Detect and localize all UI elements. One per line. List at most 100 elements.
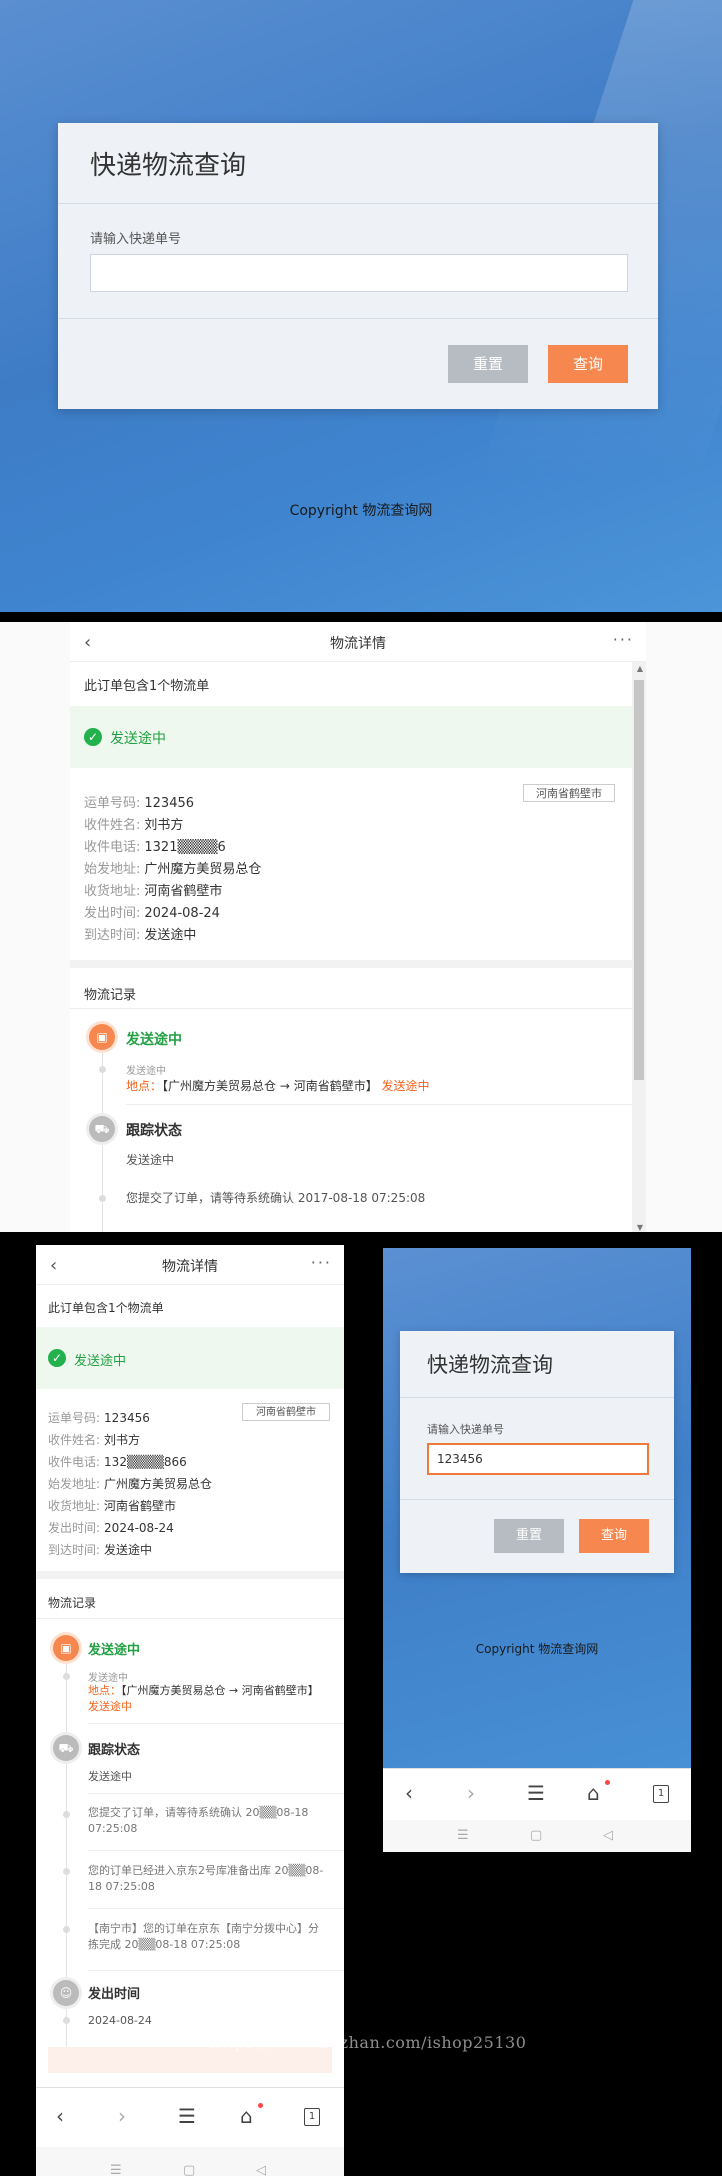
copyright-text: Copyright 物流查询网 — [289, 503, 433, 519]
divider — [88, 1970, 344, 1971]
timeline-address: 地点：【广州魔方美贸易总仓 → 河南省鹤壁市】 发送途中 — [88, 1684, 319, 1713]
track-title: 跟踪状态 — [88, 1743, 141, 1758]
page-title: 快递物流查询 — [90, 151, 247, 181]
notification-dot — [258, 2103, 263, 2108]
region-tag: 河南省鹤壁市 — [242, 1403, 330, 1421]
section-gap — [36, 1571, 344, 1579]
info-row-origin: 始发地址: 广州魔方美贸易总仓 — [48, 1477, 213, 1491]
query-button[interactable]: 查询 — [579, 1519, 649, 1553]
recent-apps-icon[interactable]: ☰ — [457, 1828, 469, 1843]
divider — [88, 1793, 344, 1794]
timeline-dot — [63, 1811, 70, 1818]
tabs-icon[interactable]: 1 — [304, 2108, 320, 2126]
scroll-up-icon[interactable]: ▲ — [637, 664, 643, 673]
back-arrow-icon[interactable]: ‹ — [405, 1781, 413, 1805]
home-square-icon[interactable]: ▢ — [530, 1828, 542, 1843]
reset-button[interactable]: 重置 — [494, 1519, 564, 1553]
timeline-dot — [63, 1868, 70, 1875]
timeline-sub: 发送途中 — [88, 1673, 128, 1684]
divider — [58, 318, 658, 319]
track-title: 跟踪状态 — [126, 1123, 182, 1139]
home-icon[interactable]: ⌂ — [240, 2104, 253, 2128]
timeline-dot — [99, 1066, 106, 1073]
tracking-number-label: 请输入快递单号 — [90, 232, 182, 247]
info-row-ship-time: 发出时间: 2024-08-24 — [48, 1521, 174, 1535]
info-row-ship-time: 发出时间: 2024-08-24 — [84, 906, 220, 921]
status-text: 发送途中 — [110, 731, 166, 747]
timeline-dot — [63, 1926, 70, 1933]
tabs-icon[interactable]: 1 — [653, 1785, 669, 1803]
back-triangle-icon[interactable]: ◁ — [256, 2163, 266, 2176]
tracking-number-input[interactable] — [90, 254, 628, 292]
back-arrow-icon[interactable]: ‹ — [56, 2104, 64, 2128]
home-square-icon[interactable]: ▢ — [183, 2163, 195, 2176]
forward-arrow-icon[interactable]: › — [118, 2104, 126, 2128]
tracking-number-input[interactable] — [427, 1443, 649, 1475]
watermark-text: https://www.huzhan.com/ishop25130 — [210, 2033, 527, 2052]
home-icon[interactable]: ⌂ — [587, 1781, 600, 1805]
divider — [70, 1008, 632, 1009]
browser-toolbar: ‹ › ☰ ⌂ 1 — [383, 1768, 691, 1820]
menu-icon[interactable]: ☰ — [527, 1781, 545, 1805]
info-row-phone: 收件电话: 132▒▒▒▒866 — [48, 1455, 187, 1469]
mobile-query-screen: 快递物流查询 请输入快递单号 重置 查询 Copyright 物流查询网 ‹ ›… — [383, 1248, 691, 1852]
package-count-text: 此订单包含1个物流单 — [84, 679, 210, 694]
divider — [88, 1908, 344, 1909]
person-icon: ☺ — [53, 1980, 79, 2006]
ship-time-title: 发出时间 — [88, 1987, 141, 2002]
query-card: 快递物流查询 请输入快递单号 重置 查询 — [58, 123, 658, 409]
forward-arrow-icon[interactable]: › — [467, 1781, 475, 1805]
recent-apps-icon[interactable]: ☰ — [110, 2163, 122, 2176]
divider — [400, 1397, 674, 1398]
divider — [88, 1850, 344, 1851]
info-row-dest: 收货地址: 河南省鹤壁市 — [84, 884, 223, 899]
query-button[interactable]: 查询 — [548, 345, 628, 383]
nav-title: 物流详情 — [330, 636, 386, 652]
info-row-name: 收件姓名: 刘书方 — [48, 1433, 141, 1447]
menu-icon[interactable]: ☰ — [178, 2104, 196, 2128]
track-sub: 发送途中 — [126, 1153, 175, 1167]
section-gap — [70, 960, 632, 968]
scrollbar-thumb[interactable] — [634, 680, 644, 1080]
reset-button[interactable]: 重置 — [448, 345, 528, 383]
status-banner: ✓ 发送途中 — [70, 706, 632, 768]
timeline-dot — [63, 2017, 70, 2024]
desktop-detail-screen: ‹ 物流详情 ··· ▲ ▼ 此订单包含1个物流单 ✓ 发送途中 河南省鹤壁市 … — [0, 622, 722, 1232]
track-sub: 发送途中 — [88, 1770, 132, 1783]
nav-bar: ‹ 物流详情 ··· — [70, 622, 646, 662]
event-text-2: 您的订单已经进入京东2号库准备出库 20▒▒08-18 07:25:08 — [88, 1864, 324, 1893]
info-row-origin: 始发地址: 广州魔方美贸易总仓 — [84, 862, 262, 877]
package-icon: ▣ — [89, 1024, 115, 1050]
tracking-number-label: 请输入快递单号 — [427, 1423, 504, 1436]
info-row-arrive-time: 到达时间: 发送途中 — [48, 1543, 153, 1557]
nav-title: 物流详情 — [162, 1259, 218, 1275]
divider — [126, 1104, 632, 1105]
detail-page: ‹ 物流详情 ··· ▲ ▼ 此订单包含1个物流单 ✓ 发送途中 河南省鹤壁市 … — [70, 622, 646, 1232]
notification-dot — [605, 1780, 610, 1785]
nav-bar: ‹ 物流详情 ··· — [36, 1245, 344, 1285]
info-row-waybill: 运单号码: 123456 — [48, 1411, 150, 1425]
info-row-name: 收件姓名: 刘书方 — [84, 818, 184, 833]
query-card: 快递物流查询 请输入快递单号 重置 查询 — [400, 1331, 674, 1573]
divider — [58, 203, 658, 204]
divider — [400, 1499, 674, 1500]
back-triangle-icon[interactable]: ◁ — [603, 1828, 613, 1843]
timeline-dot — [63, 1673, 70, 1680]
info-row-dest: 收货地址: 河南省鹤壁市 — [48, 1499, 177, 1513]
record-title: 物流记录 — [84, 988, 137, 1003]
check-circle-icon: ✓ — [48, 1349, 66, 1367]
status-banner: ✓ 发送途中 — [36, 1327, 344, 1389]
event-text: 您提交了订单，请等待系统确认 2017-08-18 07:25:08 — [126, 1191, 426, 1205]
page-title: 快递物流查询 — [427, 1353, 553, 1377]
scroll-down-icon[interactable]: ▼ — [637, 1223, 643, 1232]
timeline-status: 发送途中 — [126, 1032, 182, 1048]
region-tag: 河南省鹤壁市 — [523, 784, 615, 802]
event-text-3: 【南宁市】您的订单在京东【南宁分拨中心】分拣完成 20▒▒08-18 07:25… — [88, 1922, 319, 1951]
ship-date: 2024-08-24 — [88, 2014, 152, 2027]
more-icon[interactable]: ··· — [613, 630, 634, 649]
more-icon[interactable]: ··· — [311, 1253, 332, 1272]
event-text-1: 您提交了订单，请等待系统确认 20▒▒08-18 07:25:08 — [88, 1806, 309, 1835]
browser-toolbar: ‹ › ☰ ⌂ 1 — [36, 2087, 344, 2147]
info-row-waybill: 运单号码: 123456 — [84, 796, 195, 811]
info-row-arrive-time: 到达时间: 发送途中 — [84, 928, 197, 943]
